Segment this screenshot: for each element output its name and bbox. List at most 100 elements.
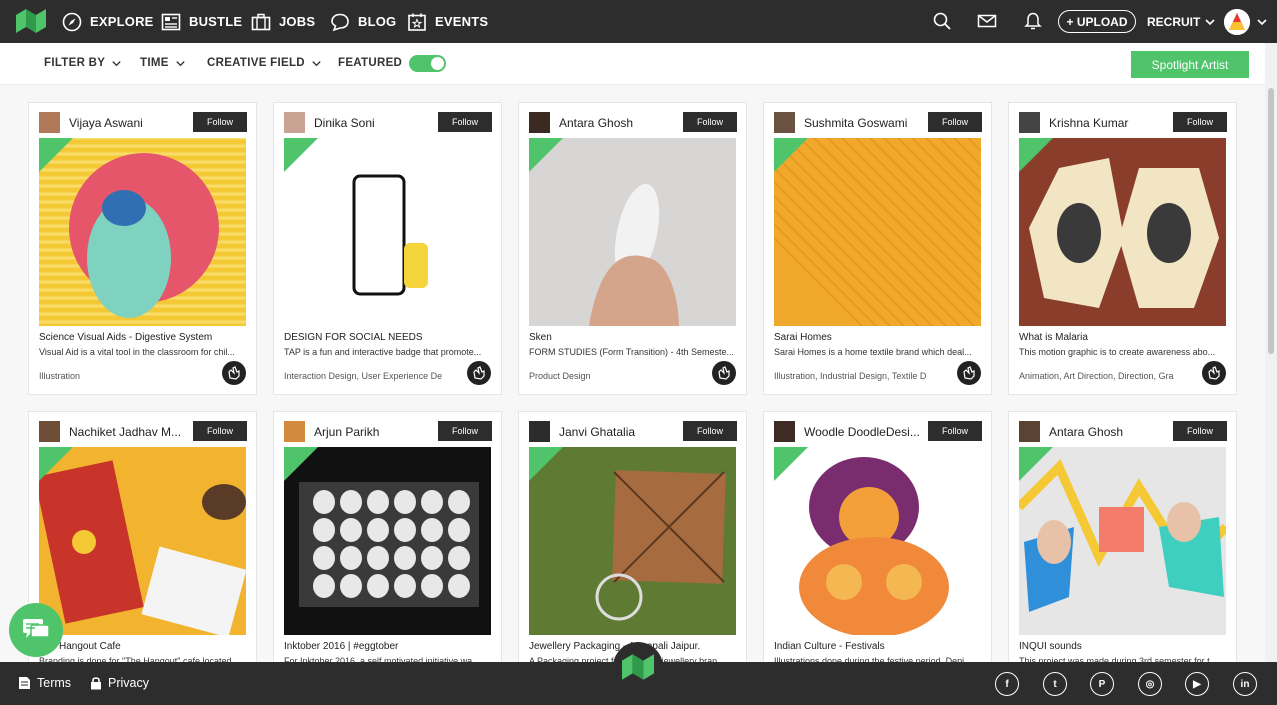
project-card[interactable]: Antara Ghosh Follow Sken FORM STUDIES (F…	[518, 102, 747, 395]
twitter-icon[interactable]: t	[1043, 672, 1067, 696]
project-card[interactable]: Janvi Ghatalia Follow Jewellery Packagin…	[518, 411, 747, 671]
project-card[interactable]: Arjun Parikh Follow Inktober 2016 | #egg…	[273, 411, 502, 671]
project-title[interactable]: Sarai Homes	[774, 332, 982, 343]
recruit-menu[interactable]: RECRUIT	[1147, 0, 1216, 43]
project-card[interactable]: Antara Ghosh Follow INQUI sounds This pr…	[1008, 411, 1237, 671]
nav-blog[interactable]: BLOG	[330, 0, 396, 43]
mail-icon[interactable]	[977, 11, 997, 31]
project-thumbnail[interactable]	[529, 138, 736, 326]
privacy-label: Privacy	[108, 676, 149, 690]
project-card[interactable]: Krishna Kumar Follow What is Malaria Thi…	[1008, 102, 1237, 395]
author-name[interactable]: Vijaya Aswani	[69, 116, 187, 130]
appreciate-button[interactable]	[1202, 361, 1226, 385]
hand-clap-icon	[718, 366, 730, 380]
featured-corner-badge	[284, 447, 318, 481]
author-name[interactable]: Woodle DoodleDesi...	[804, 425, 922, 439]
nav-explore[interactable]: EXPLORE	[62, 0, 154, 43]
author-name[interactable]: Antara Ghosh	[1049, 425, 1167, 439]
nav-jobs[interactable]: JOBS	[251, 0, 315, 43]
calendar-star-icon	[408, 13, 426, 31]
avatar[interactable]	[1019, 112, 1040, 133]
avatar[interactable]	[529, 421, 550, 442]
avatar[interactable]	[39, 421, 60, 442]
terms-link[interactable]: Terms	[18, 676, 71, 690]
project-thumbnail[interactable]	[39, 447, 246, 635]
project-title[interactable]: What is Malaria	[1019, 332, 1227, 343]
project-thumbnail[interactable]	[284, 447, 491, 635]
project-thumbnail[interactable]	[774, 138, 981, 326]
project-card[interactable]: Sushmita Goswami Follow Sarai Homes Sara…	[763, 102, 992, 395]
facebook-icon[interactable]: f	[995, 672, 1019, 696]
project-card[interactable]: Vijaya Aswani Follow Science Visual Aids…	[28, 102, 257, 395]
appreciate-button[interactable]	[712, 361, 736, 385]
author-name[interactable]: Sushmita Goswami	[804, 116, 922, 130]
project-thumbnail[interactable]	[39, 138, 246, 326]
avatar[interactable]	[284, 112, 305, 133]
avatar[interactable]	[1019, 421, 1040, 442]
author-name[interactable]: Arjun Parikh	[314, 425, 432, 439]
follow-button[interactable]: Follow	[438, 421, 492, 441]
follow-button[interactable]: Follow	[683, 421, 737, 441]
youtube-icon[interactable]: ▶	[1185, 672, 1209, 696]
pinterest-icon[interactable]: P	[1090, 672, 1114, 696]
site-logo[interactable]	[16, 9, 46, 33]
privacy-link[interactable]: Privacy	[90, 676, 149, 690]
project-title[interactable]: Indian Culture - Festivals	[774, 641, 982, 652]
user-menu-chevron-icon[interactable]	[1256, 16, 1268, 28]
avatar[interactable]	[284, 421, 305, 442]
project-thumbnail[interactable]	[1019, 138, 1226, 326]
linkedin-icon[interactable]: in	[1233, 672, 1257, 696]
appreciate-button[interactable]	[957, 361, 981, 385]
avatar[interactable]	[39, 112, 60, 133]
avatar[interactable]	[529, 112, 550, 133]
follow-button[interactable]: Follow	[683, 112, 737, 132]
project-title[interactable]: Sken	[529, 332, 737, 343]
project-card[interactable]: Dinika Soni Follow DESIGN FOR SOCIAL NEE…	[273, 102, 502, 395]
author-name[interactable]: Antara Ghosh	[559, 116, 677, 130]
project-thumbnail[interactable]	[774, 447, 981, 635]
author-name[interactable]: Krishna Kumar	[1049, 116, 1167, 130]
author-name[interactable]: Nachiket Jadhav M...	[69, 425, 187, 439]
follow-button[interactable]: Follow	[193, 112, 247, 132]
project-title[interactable]: Inktober 2016 | #eggtober	[284, 641, 492, 652]
avatar[interactable]	[774, 421, 795, 442]
instagram-icon[interactable]: ◎	[1138, 672, 1162, 696]
user-avatar[interactable]	[1224, 9, 1250, 35]
time-dropdown[interactable]: TIME	[140, 57, 186, 69]
footer-logo[interactable]	[613, 642, 663, 692]
appreciate-button[interactable]	[467, 361, 491, 385]
project-title[interactable]: INQUI sounds	[1019, 641, 1227, 652]
project-card[interactable]: Woodle DoodleDesi... Follow Indian Cultu…	[763, 411, 992, 671]
featured-toggle[interactable]	[409, 55, 446, 72]
follow-button[interactable]: Follow	[1173, 421, 1227, 441]
follow-button[interactable]: Follow	[928, 112, 982, 132]
project-thumbnail[interactable]	[284, 138, 491, 326]
featured-corner-badge	[39, 447, 73, 481]
nav-bustle[interactable]: BUSTLE	[161, 0, 242, 43]
card-header: Antara Ghosh Follow	[529, 112, 737, 134]
bell-icon[interactable]	[1023, 11, 1043, 31]
appreciate-button[interactable]	[222, 361, 246, 385]
filter-by-dropdown[interactable]: FILTER BY	[44, 57, 122, 69]
project-title[interactable]: The Hangout Cafe	[39, 641, 247, 652]
chevron-down-icon	[312, 60, 321, 66]
upload-button[interactable]: + UPLOAD	[1058, 10, 1136, 33]
nav-events[interactable]: EVENTS	[407, 0, 488, 43]
spotlight-artist-button[interactable]: Spotlight Artist	[1131, 51, 1249, 78]
author-name[interactable]: Janvi Ghatalia	[559, 425, 677, 439]
project-title[interactable]: Science Visual Aids - Digestive System	[39, 332, 247, 343]
follow-button[interactable]: Follow	[1173, 112, 1227, 132]
creative-field-dropdown[interactable]: CREATIVE FIELD	[207, 57, 322, 69]
project-thumbnail[interactable]	[1019, 447, 1226, 635]
follow-button[interactable]: Follow	[193, 421, 247, 441]
project-thumbnail[interactable]	[529, 447, 736, 635]
newspaper-icon	[161, 13, 181, 30]
chat-button[interactable]	[9, 603, 63, 657]
author-name[interactable]: Dinika Soni	[314, 116, 432, 130]
search-icon[interactable]	[932, 11, 952, 31]
avatar[interactable]	[774, 112, 795, 133]
follow-button[interactable]: Follow	[438, 112, 492, 132]
scrollbar-thumb[interactable]	[1268, 88, 1274, 354]
follow-button[interactable]: Follow	[928, 421, 982, 441]
project-title[interactable]: DESIGN FOR SOCIAL NEEDS	[284, 332, 492, 343]
